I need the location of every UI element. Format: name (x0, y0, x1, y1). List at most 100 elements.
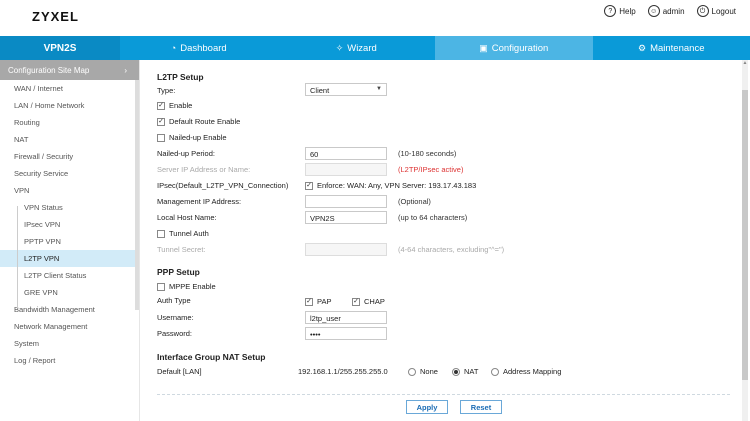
radio-off-icon (408, 367, 416, 376)
form-divider (157, 394, 732, 395)
tab-configuration[interactable]: ▣ Configuration (435, 36, 593, 60)
tunnel-auth-label: Tunnel Auth (169, 229, 209, 238)
logout-label: Logout (711, 6, 736, 16)
mppe-checkbox[interactable]: MPPE Enable (157, 282, 216, 291)
ipsec-enforce-checkbox[interactable]: ✓ Enforce: WAN: Any, VPN Server: 193.17.… (305, 181, 476, 190)
mgmt-ip-label: Management IP Address: (157, 197, 242, 206)
top-links: ? Help ☺ admin ⏻ Logout (604, 5, 736, 17)
sidebar: Configuration Site Map › WAN / Internet … (0, 60, 140, 421)
nat-address-mapping-radio[interactable]: Address Mapping (491, 367, 561, 376)
sidebar-item-pptp-vpn[interactable]: PPTP VPN (0, 233, 139, 250)
user-link[interactable]: ☺ admin (647, 5, 685, 17)
local-host-input[interactable]: VPN2S (305, 211, 387, 224)
checkbox-empty-icon (157, 229, 165, 238)
tunnel-secret-hint: (4-64 characters, excluding"^=") (398, 245, 505, 254)
tab-wizard[interactable]: ✧ Wizard (278, 36, 436, 60)
tunnel-auth-checkbox[interactable]: Tunnel Auth (157, 229, 209, 238)
sidebar-scrollbar[interactable] (135, 80, 139, 310)
nat-nat-label: NAT (464, 367, 479, 376)
checkbox-empty-icon (157, 133, 165, 142)
local-host-label: Local Host Name: (157, 213, 217, 222)
username-label: Username: (157, 313, 194, 322)
sitemap-header[interactable]: Configuration Site Map › (0, 60, 139, 80)
server-ip-hint: (L2TP/IPsec active) (398, 165, 464, 174)
tab-wizard-label: Wizard (347, 42, 377, 54)
pap-label: PAP (317, 297, 332, 306)
tab-configuration-label: Configuration (491, 42, 549, 54)
sidebar-item-bandwidth[interactable]: Bandwidth Management (0, 301, 139, 318)
chap-checkbox[interactable]: ✓ CHAP (352, 297, 385, 306)
sidebar-item-vpn-status[interactable]: VPN Status (0, 199, 139, 216)
mgmt-ip-input[interactable] (305, 195, 387, 208)
server-ip-input[interactable] (305, 163, 387, 176)
nailed-up-label: Nailed-up Enable (169, 133, 227, 142)
sidebar-item-lan[interactable]: LAN / Home Network (0, 97, 139, 114)
nat-none-radio[interactable]: None (408, 367, 438, 376)
logout-link[interactable]: ⏻ Logout (696, 5, 736, 17)
nat-address-mapping-label: Address Mapping (503, 367, 562, 376)
tunnel-secret-input[interactable] (305, 243, 387, 256)
sitemap-title: Configuration Site Map (8, 65, 90, 75)
gear-icon: ⚙ (638, 42, 647, 53)
sidebar-item-firewall[interactable]: Firewall / Security (0, 148, 139, 165)
sidebar-list: WAN / Internet LAN / Home Network Routin… (0, 80, 139, 369)
sidebar-item-network-mgmt[interactable]: Network Management (0, 318, 139, 335)
sidebar-item-log-report[interactable]: Log / Report (0, 352, 139, 369)
sidebar-item-security-service[interactable]: Security Service (0, 165, 139, 182)
tab-dashboard[interactable]: ◔ Dashboard (120, 36, 278, 60)
pap-checkbox[interactable]: ✓ PAP (305, 297, 331, 306)
password-input[interactable]: •••• (305, 327, 387, 340)
nat-section-title: Interface Group NAT Setup (157, 352, 266, 362)
scroll-up-icon[interactable]: ▲ (742, 60, 748, 68)
sidebar-item-ipsec-vpn[interactable]: IPsec VPN (0, 216, 139, 233)
nailed-period-label: Nailed-up Period: (157, 149, 215, 158)
sidebar-item-routing[interactable]: Routing (0, 114, 139, 131)
tab-maintenance[interactable]: ⚙ Maintenance (593, 36, 750, 60)
type-select[interactable]: Client ▼ (305, 83, 387, 96)
l2tp-section-title: L2TP Setup (157, 72, 204, 82)
checkbox-checked-icon: ✓ (157, 117, 165, 126)
password-label: Password: (157, 329, 193, 338)
checkbox-checked-icon: ✓ (352, 297, 360, 306)
default-route-checkbox[interactable]: ✓ Default Route Enable (157, 117, 240, 126)
chevron-right-icon: › (124, 65, 127, 75)
apply-button[interactable]: Apply (406, 400, 448, 414)
reset-button[interactable]: Reset (460, 400, 502, 414)
sidebar-item-system[interactable]: System (0, 335, 139, 352)
mppe-label: MPPE Enable (169, 282, 216, 291)
model-name: VPN2S (0, 36, 120, 60)
brand-logo: ZYXEL (32, 9, 79, 24)
mgmt-ip-hint: (Optional) (398, 197, 431, 206)
sidebar-item-wan[interactable]: WAN / Internet (0, 80, 139, 97)
sidebar-item-l2tp-vpn[interactable]: L2TP VPN (0, 250, 139, 267)
username-input[interactable]: l2tp_user (305, 311, 387, 324)
nat-none-label: None (420, 367, 438, 376)
user-icon: ☺ (647, 5, 660, 17)
nailed-period-input[interactable]: 60 (305, 147, 387, 160)
sidebar-item-nat[interactable]: NAT (0, 131, 139, 148)
checkbox-checked-icon: ✓ (305, 297, 313, 306)
tab-maintenance-label: Maintenance (650, 42, 705, 54)
sidebar-item-l2tp-client-status[interactable]: L2TP Client Status (0, 267, 139, 284)
ppp-section-title: PPP Setup (157, 267, 200, 277)
type-label: Type: (157, 86, 176, 95)
checkbox-checked-icon: ✓ (305, 181, 313, 190)
gauge-icon: ◔ (170, 43, 177, 53)
help-label: Help (619, 6, 636, 16)
nat-nat-radio[interactable]: NAT (452, 367, 478, 376)
default-route-label: Default Route Enable (169, 117, 241, 126)
nailed-up-checkbox[interactable]: Nailed-up Enable (157, 133, 227, 142)
nat-row-label: Default [LAN] (157, 367, 202, 376)
sidebar-item-gre-vpn[interactable]: GRE VPN (0, 284, 139, 301)
top-bar: ZYXEL ? Help ☺ admin ⏻ Logout (0, 0, 750, 36)
ipsec-enforce-label: Enforce: WAN: Any, VPN Server: 193.17.43… (317, 181, 477, 190)
enable-label: Enable (169, 101, 193, 110)
sidebar-item-vpn[interactable]: VPN (0, 182, 139, 199)
main-scrollbar[interactable]: ▲ (742, 60, 748, 421)
help-link[interactable]: ? Help (604, 5, 636, 17)
user-label: admin (662, 6, 685, 16)
enable-checkbox[interactable]: ✓ Enable (157, 101, 192, 110)
tab-dashboard-label: Dashboard (180, 42, 227, 54)
nailed-period-hint: (10-180 seconds) (398, 149, 457, 158)
main-scrollbar-thumb[interactable] (742, 90, 748, 380)
